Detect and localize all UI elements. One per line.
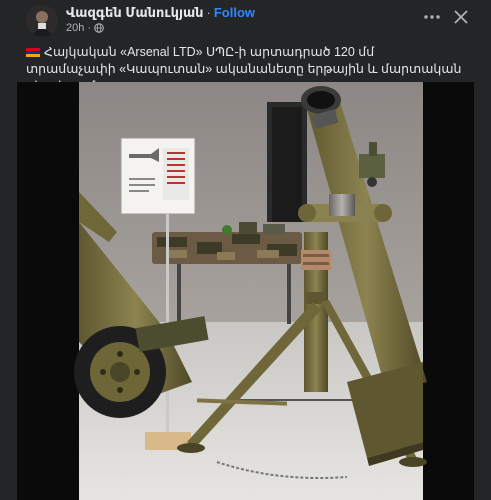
armenia-flag-icon: [26, 48, 40, 57]
author-name[interactable]: Վազգեն Մանուկյան: [66, 5, 204, 20]
post-time[interactable]: 20h: [66, 22, 84, 34]
follow-button[interactable]: Follow: [214, 5, 255, 20]
post-header: Վազգեն Մանուկյան · Follow 20h ·: [0, 0, 491, 42]
facebook-post: Վազգեն Մանուկյան · Follow 20h · Հայկական…: [0, 0, 491, 500]
post-meta: 20h ·: [66, 22, 104, 34]
separator-dot: ·: [206, 5, 211, 20]
author-avatar[interactable]: [26, 5, 58, 37]
close-icon[interactable]: [450, 6, 472, 28]
post-image[interactable]: [17, 82, 474, 500]
author-line: Վազգեն Մանուկյան · Follow: [66, 5, 255, 21]
separator-dot: ·: [87, 22, 92, 34]
more-options-icon[interactable]: [421, 6, 443, 28]
mortar-photo: [17, 82, 474, 500]
avatar-image: [26, 5, 58, 37]
globe-icon[interactable]: [94, 23, 104, 33]
